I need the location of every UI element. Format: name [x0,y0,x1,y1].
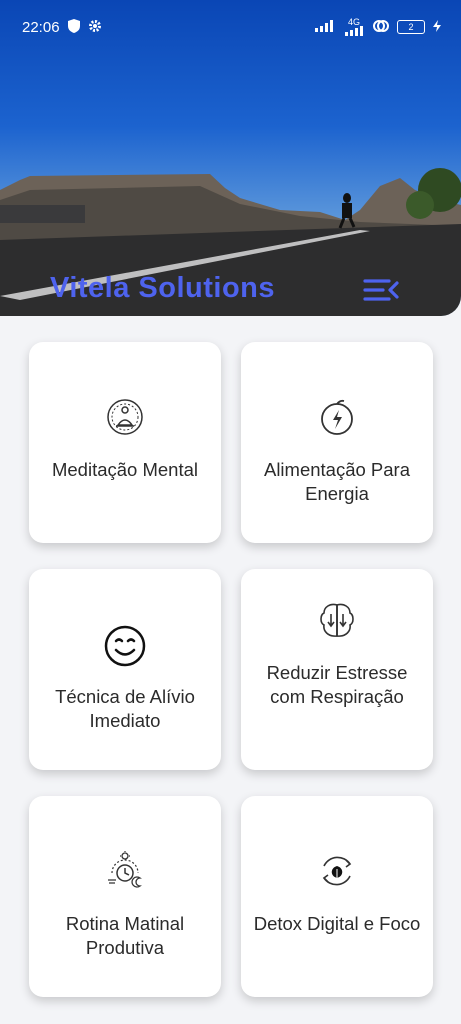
smile-icon [104,625,146,672]
daily-routine-icon [104,850,146,897]
meditation-icon [106,398,144,441]
network-type: 4G [347,17,360,27]
app-title: Vitela Solutions [50,272,276,304]
header-hero: 22:06 4G 2 Vitela Solutions [0,0,461,316]
card-label: Rotina Matinal Produtiva [65,913,185,958]
menu-collapse-icon [363,279,399,301]
leaf-cycle-icon [316,850,358,897]
card-meditacao-mental[interactable]: Meditação Mental [29,342,221,543]
card-tecnica-alivio[interactable]: Técnica de Alívio Imediato [29,569,221,770]
charging-icon [433,20,441,34]
card-label: Meditação Mental [51,459,199,480]
card-alimentacao-energia[interactable]: Alimentação Para Energia [241,342,433,543]
status-bar: 22:06 4G 2 [0,0,461,56]
apple-energy-icon [318,398,356,441]
hotspot-icon [373,19,389,35]
card-label: Detox Digital e Foco [253,913,421,934]
card-reduzir-estresse[interactable]: Reduzir Estresse com Respiração [241,569,433,770]
card-label: Alimentação Para Energia [263,459,411,504]
shield-icon [68,19,80,37]
card-detox-digital[interactable]: Detox Digital e Foco [241,796,433,997]
status-right-icons: 4G 2 [315,18,441,36]
status-time: 22:06 [22,19,60,36]
battery-indicator: 2 [397,20,425,34]
settings-gear-icon [88,19,102,37]
card-rotina-matinal[interactable]: Rotina Matinal Produtiva [29,796,221,997]
card-label: Reduzir Estresse com Respiração [266,662,408,707]
menu-button[interactable] [363,276,401,304]
signal-icon [315,20,335,34]
card-label: Técnica de Alívio Imediato [55,686,195,731]
brain-breath-icon [318,601,356,646]
signal-2-icon [345,26,363,36]
